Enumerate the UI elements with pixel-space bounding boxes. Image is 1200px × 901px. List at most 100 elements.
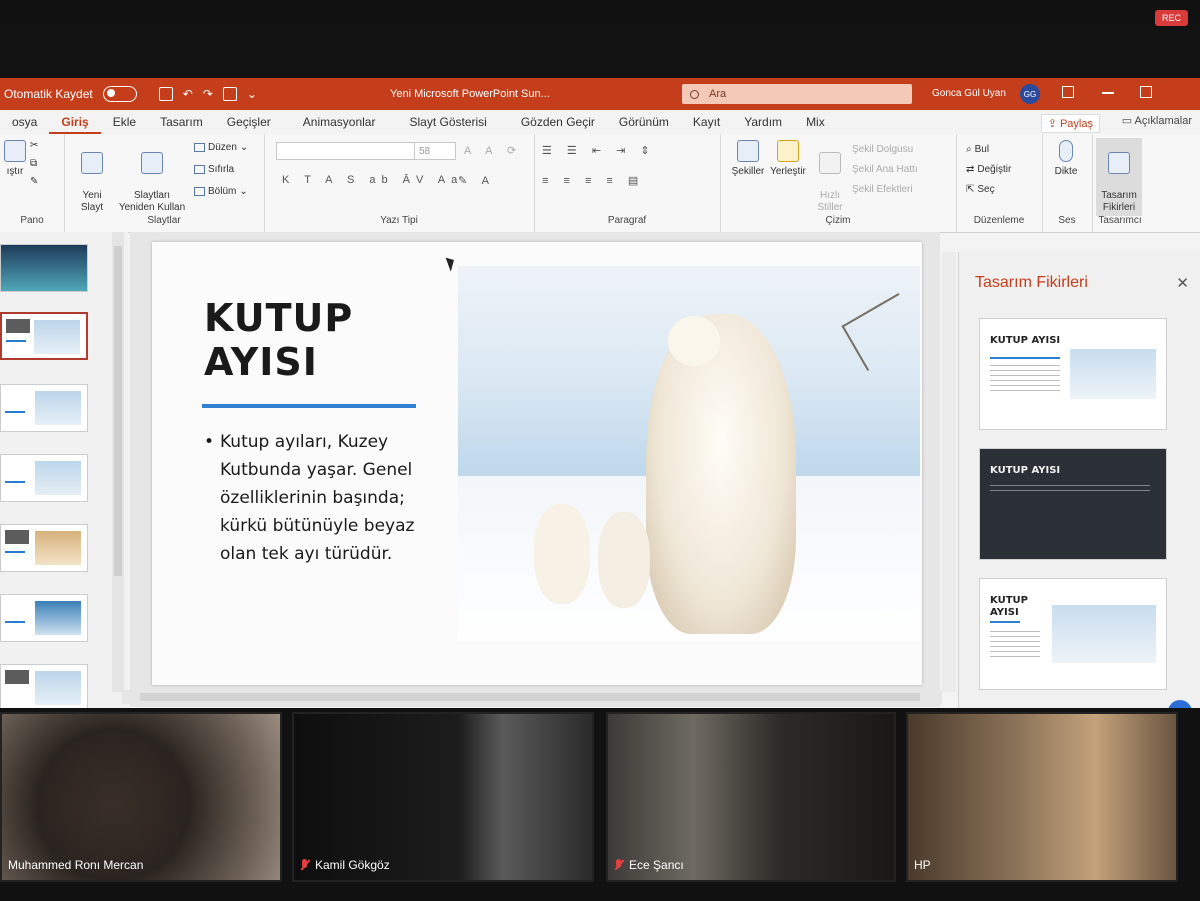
cut-icon[interactable]: ✂ bbox=[30, 140, 38, 151]
design-card-text bbox=[990, 485, 1150, 495]
slide-thumbnail[interactable] bbox=[0, 312, 88, 360]
minimize-icon[interactable] bbox=[1102, 92, 1114, 94]
design-idea-card[interactable]: KUTUP AYISI bbox=[979, 318, 1167, 430]
ribbon-display-icon[interactable] bbox=[1062, 86, 1074, 98]
font-name-box[interactable] bbox=[276, 142, 416, 160]
slide-thumbnail[interactable] bbox=[0, 664, 88, 712]
find-button[interactable]: ⌕ Bul bbox=[966, 144, 989, 155]
scrollbar-thumb[interactable] bbox=[140, 693, 920, 701]
tab-ekle[interactable]: Ekle bbox=[101, 115, 148, 134]
slide-thumbnail-pane bbox=[0, 232, 128, 712]
shape-effects-button[interactable]: Şekil Efektleri bbox=[852, 184, 913, 195]
font-size-box[interactable]: 58 bbox=[414, 142, 456, 160]
design-card-text bbox=[990, 631, 1040, 661]
tab-dosya[interactable]: osya bbox=[0, 115, 49, 134]
save-icon[interactable] bbox=[158, 87, 173, 101]
shape-outline-button[interactable]: Şekil Ana Hattı bbox=[852, 164, 918, 175]
participant-name-text: Muhammed Ronı Mercan bbox=[8, 858, 144, 872]
format-painter-icon[interactable]: ✎ bbox=[30, 176, 38, 187]
tab-gozden-gecir[interactable]: Gözden Geçir bbox=[499, 115, 607, 134]
slide-thumbnail[interactable] bbox=[0, 244, 88, 292]
ribbon: ıştır ✂ ⧉ ✎ Pano Yeni Slayt Slaytları Ye… bbox=[0, 134, 1200, 233]
section-button[interactable]: Bölüm ⌄ bbox=[194, 186, 248, 197]
current-slide[interactable]: KUTUP AYISI • Kutup ayıları, Kuzey Kutbu… bbox=[152, 242, 922, 685]
design-card-title: KUTUP AYISI bbox=[990, 335, 1061, 346]
tab-yardim[interactable]: Yardım bbox=[732, 115, 794, 134]
design-card-title: KUTUP AYISI bbox=[990, 465, 1061, 476]
present-icon[interactable] bbox=[222, 87, 237, 101]
tab-kayit[interactable]: Kayıt bbox=[681, 115, 732, 134]
search-box[interactable]: Ara bbox=[682, 84, 912, 104]
search-placeholder: Ara bbox=[709, 88, 727, 100]
quick-styles-button[interactable]: Hızlı Stiller bbox=[812, 140, 848, 214]
tab-animasyonlar[interactable]: Animasyonlar bbox=[283, 115, 388, 134]
design-idea-card[interactable]: KUTUP AYISI bbox=[979, 448, 1167, 560]
layout-icon bbox=[194, 143, 205, 152]
design-idea-card[interactable]: KUTUP AYISI bbox=[979, 578, 1167, 690]
arrange-button[interactable]: Yerleştir bbox=[766, 140, 810, 178]
redo-icon[interactable]: ↷ bbox=[203, 87, 213, 101]
group-label-tasarimci: Tasarımcı bbox=[1098, 215, 1142, 226]
shapes-button[interactable]: Şekiller bbox=[728, 140, 768, 178]
list-icons[interactable]: ☰ ☰ ⇤ ⇥ ⇕ bbox=[542, 144, 656, 157]
slide-bullet-text[interactable]: • Kutup ayıları, Kuzey Kutbunda yaşar. G… bbox=[204, 428, 424, 568]
replace-button[interactable]: ⇄ Değiştir bbox=[966, 164, 1011, 175]
select-button[interactable]: ⇱ Seç bbox=[966, 184, 995, 195]
horizontal-scrollbar[interactable] bbox=[122, 690, 942, 704]
tab-gecisler[interactable]: Geçişler bbox=[215, 115, 283, 134]
design-card-photo bbox=[1070, 349, 1156, 399]
participant-tile[interactable]: HP bbox=[906, 712, 1178, 882]
participant-tile[interactable]: Muhammed Ronı Mercan bbox=[0, 712, 282, 882]
slide-scrollbar[interactable] bbox=[942, 252, 956, 692]
participant-tile[interactable]: Kamil Gökgöz bbox=[292, 712, 594, 882]
font-grow-shrink-icons[interactable]: A A ⟳ bbox=[464, 144, 522, 157]
quick-styles-icon bbox=[819, 152, 841, 174]
design-card-text bbox=[990, 365, 1060, 395]
slide-title[interactable]: KUTUP AYISI bbox=[204, 296, 353, 384]
shapes-label: Şekiller bbox=[731, 166, 765, 177]
participant-tile[interactable]: Ece Şancı bbox=[606, 712, 896, 882]
reuse-slides-button[interactable]: Slaytları Yeniden Kullan bbox=[112, 140, 192, 214]
polar-bear-photo[interactable] bbox=[458, 266, 920, 641]
undo-icon[interactable]: ↶ bbox=[183, 87, 193, 101]
customize-qat-icon[interactable]: ⌄ bbox=[247, 87, 257, 101]
tab-mix[interactable]: Mix bbox=[794, 115, 837, 134]
align-icons[interactable]: ≡ ≡ ≡ ≡ ▤ bbox=[542, 174, 644, 187]
search-icon bbox=[690, 89, 699, 99]
tab-slayt-gosterisi[interactable]: Slayt Gösterisi bbox=[387, 115, 498, 134]
paste-button[interactable]: ıştır bbox=[0, 140, 30, 178]
slide-thumbnail[interactable] bbox=[0, 524, 88, 572]
tab-tasarim[interactable]: Tasarım bbox=[148, 115, 215, 134]
find-label: Bul bbox=[974, 144, 990, 155]
copy-icon[interactable]: ⧉ bbox=[30, 158, 37, 169]
new-slide-button[interactable]: Yeni Slayt bbox=[72, 140, 112, 214]
slide-thumbnail[interactable] bbox=[0, 594, 88, 642]
select-label: Seç bbox=[977, 184, 995, 195]
avatar[interactable]: GG bbox=[1020, 84, 1040, 104]
shape-fill-button[interactable]: Şekil Dolgusu bbox=[852, 144, 913, 155]
reset-button[interactable]: Sıfırla bbox=[194, 164, 234, 175]
thumbnail-scrollbar[interactable] bbox=[112, 232, 124, 692]
layout-button[interactable]: Düzen ⌄ bbox=[194, 142, 248, 153]
share-button[interactable]: ⇪ Paylaş bbox=[1040, 114, 1100, 133]
dictate-button[interactable]: Dikte bbox=[1046, 140, 1086, 178]
comments-button[interactable]: ▭ Açıklamalar bbox=[1122, 114, 1192, 127]
font-style-icons[interactable]: K T A S ab ĀV Aa bbox=[282, 174, 463, 186]
user-name[interactable]: Gonca Gül Uyan bbox=[932, 88, 1006, 99]
design-ideas-button[interactable]: Tasarım Fikirleri bbox=[1096, 138, 1142, 216]
tab-gorunum[interactable]: Görünüm bbox=[607, 115, 681, 134]
scrollbar-thumb[interactable] bbox=[114, 246, 122, 576]
highlight-color-icons[interactable]: ✎ A bbox=[458, 174, 495, 187]
dropdown-icon: ⌄ bbox=[239, 186, 248, 197]
shape-fill-label: Şekil Dolgusu bbox=[852, 144, 914, 155]
design-ideas-pane: Tasarım Fikirleri ✕ KUTUP AYISI KUTUP AY… bbox=[958, 252, 1200, 708]
slide-thumbnail[interactable] bbox=[0, 384, 88, 432]
tab-giris[interactable]: Giriş bbox=[49, 115, 101, 134]
maximize-icon[interactable] bbox=[1140, 86, 1152, 98]
design-card-rule bbox=[990, 621, 1020, 623]
document-title[interactable]: Yeni Microsoft PowerPoint Sun... bbox=[390, 88, 550, 100]
slide-thumbnail[interactable] bbox=[0, 454, 88, 502]
close-icon[interactable]: ✕ bbox=[1176, 274, 1189, 292]
muted-mic-icon bbox=[300, 858, 310, 872]
autosave-toggle[interactable] bbox=[102, 86, 137, 102]
